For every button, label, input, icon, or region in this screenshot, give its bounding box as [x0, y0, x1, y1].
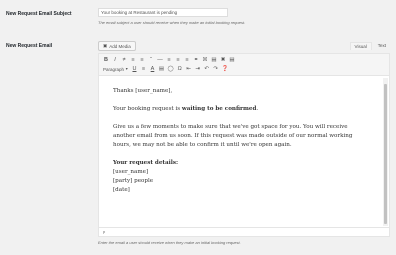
redo-icon[interactable]: ↷: [213, 65, 219, 74]
detail-line: [user_name]: [113, 169, 149, 175]
paste-text-icon[interactable]: ▤: [158, 65, 164, 74]
special-character-icon[interactable]: Ω: [177, 65, 183, 74]
status-bold: waiting to be confirmed: [181, 106, 257, 112]
detail-line: [party] people: [113, 178, 154, 184]
read-more-icon[interactable]: ▤: [211, 56, 217, 65]
add-media-button[interactable]: ▣ Add Media: [98, 41, 136, 51]
tab-visual[interactable]: Visual: [349, 42, 372, 50]
editor-content[interactable]: Thanks [user_name], Your booking request…: [99, 77, 381, 226]
blockquote-icon[interactable]: “: [148, 56, 154, 65]
unlink-icon[interactable]: ☒: [202, 56, 208, 65]
subject-label: New Request Email Subject: [6, 11, 72, 17]
editor-mode-tabs: Visual Text: [349, 42, 390, 50]
subject-input[interactable]: Your booking at Restaurant is pending: [98, 8, 228, 17]
details-heading: Your request details:: [113, 160, 179, 166]
element-path: p: [99, 227, 389, 236]
outdent-icon[interactable]: ⇤: [186, 65, 192, 74]
toolbar-toggle-icon[interactable]: ▤: [229, 56, 235, 65]
text-color-icon[interactable]: A: [149, 65, 155, 74]
email-label: New Request Email: [6, 43, 53, 49]
details-block: Your request details: [user_name] [party…: [113, 159, 367, 195]
horizontal-line-icon[interactable]: —: [157, 56, 163, 65]
chevron-down-icon: ▼: [125, 67, 129, 71]
scrollbar-thumb[interactable]: [384, 84, 387, 224]
italic-icon[interactable]: I: [112, 56, 118, 65]
status-prefix: Your booking request is: [113, 106, 182, 112]
align-right-icon[interactable]: ≡: [184, 56, 190, 65]
align-center-icon[interactable]: ≡: [175, 56, 181, 65]
greeting-text: Thanks [user_name],: [113, 88, 173, 94]
editor-toolbar: B I ≠ ≡ ≡ “ — ≡ ≡ ≡ ⚭ ☒ ▤ ✖ ▤ Paragraph …: [99, 54, 389, 76]
bold-icon[interactable]: B: [103, 56, 109, 65]
link-icon[interactable]: ⚭: [193, 56, 199, 65]
help-icon[interactable]: ❓: [222, 65, 229, 74]
numbered-list-icon[interactable]: ≡: [139, 56, 145, 65]
indent-icon[interactable]: ⇥: [195, 65, 201, 74]
status-suffix: .: [256, 106, 259, 112]
format-select-value: Paragraph: [103, 67, 125, 72]
tab-text[interactable]: Text: [374, 42, 390, 50]
media-icon: ▣: [103, 43, 108, 48]
underline-icon[interactable]: U: [131, 65, 137, 74]
format-select[interactable]: Paragraph ▼: [103, 65, 128, 74]
fullscreen-icon[interactable]: ✖: [220, 56, 226, 65]
email-description: Enter the email a user should receive wh…: [98, 240, 241, 245]
email-editor: B I ≠ ≡ ≡ “ — ≡ ≡ ≡ ⚭ ☒ ▤ ✖ ▤ Paragraph …: [98, 53, 390, 237]
undo-icon[interactable]: ↶: [204, 65, 210, 74]
justify-icon[interactable]: ≡: [140, 65, 146, 74]
status-text: Your booking request is waiting to be co…: [113, 105, 367, 114]
bullet-list-icon[interactable]: ≡: [130, 56, 136, 65]
editor-scrollbar[interactable]: [383, 78, 388, 226]
align-left-icon[interactable]: ≡: [166, 56, 172, 65]
detail-line: [date]: [113, 187, 130, 193]
add-media-label: Add Media: [109, 43, 131, 49]
body-text: Give us a few moments to make sure that …: [113, 124, 353, 148]
strikethrough-icon[interactable]: ≠: [121, 56, 127, 65]
subject-description: The email subject a user should receive …: [98, 20, 246, 25]
clear-formatting-icon[interactable]: ◯: [167, 65, 173, 74]
